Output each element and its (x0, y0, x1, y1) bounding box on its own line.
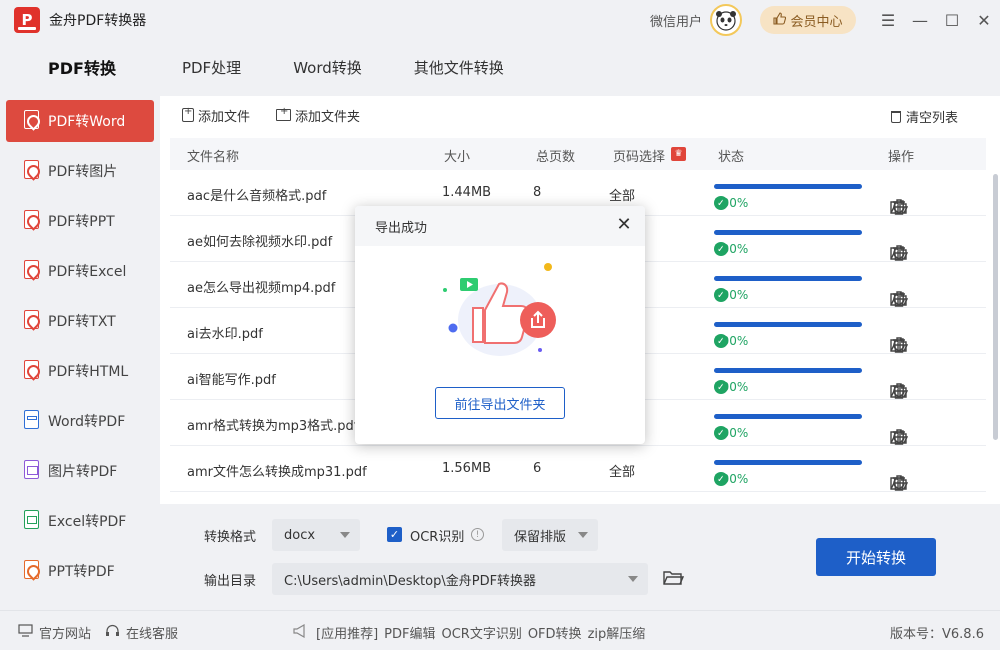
go-to-export-folder-button[interactable]: 前往导出文件夹 (435, 387, 565, 419)
close-icon[interactable]: ✕ (615, 216, 633, 234)
export-success-dialog: 导出成功 ✕ 前往导出文件夹 (355, 206, 645, 444)
dialog-header: 导出成功 ✕ (355, 206, 645, 246)
thumbs-up-illustration (440, 258, 560, 363)
dialog-title: 导出成功 (375, 220, 428, 236)
